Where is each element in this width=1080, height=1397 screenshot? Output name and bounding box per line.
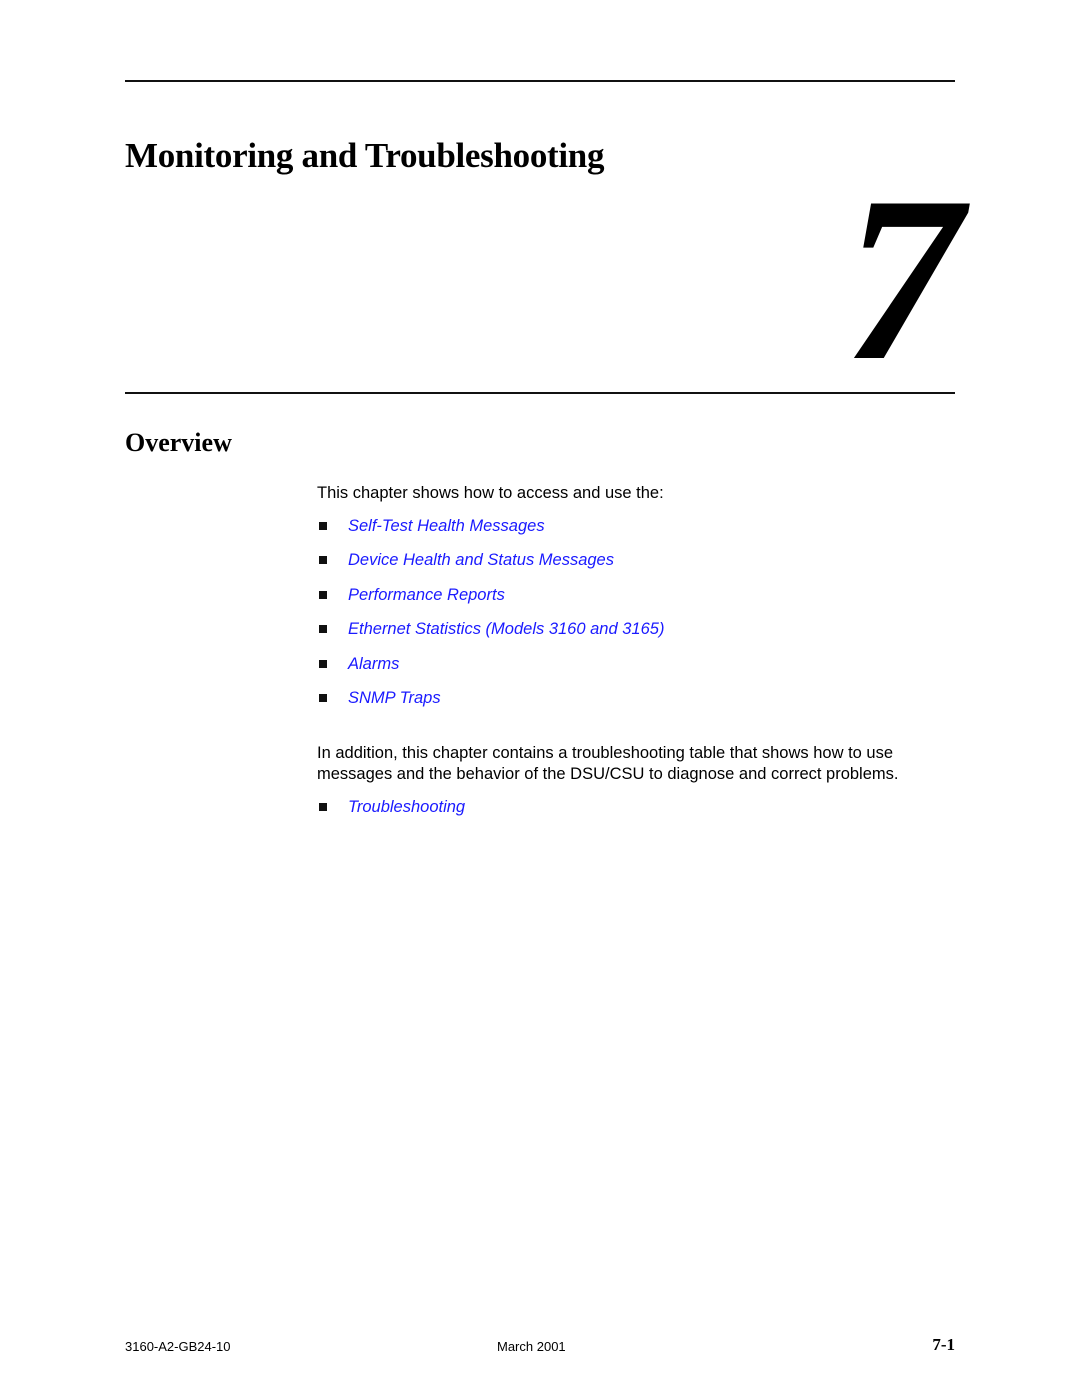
link-alarms[interactable]: Alarms: [348, 654, 399, 674]
link-snmp-traps[interactable]: SNMP Traps: [348, 688, 441, 708]
square-bullet-icon: [319, 625, 327, 634]
list-item: SNMP Traps: [317, 688, 664, 722]
link-ethernet-statistics[interactable]: Ethernet Statistics (Models 3160 and 316…: [348, 619, 664, 639]
list-item: Self-Test Health Messages: [317, 516, 664, 550]
square-bullet-icon: [319, 522, 327, 530]
intro-paragraph: This chapter shows how to access and use…: [317, 484, 664, 502]
square-bullet-icon: [319, 693, 327, 702]
link-troubleshooting[interactable]: Troubleshooting: [348, 797, 465, 817]
footer-doc-number: 3160-A2-GB24-10: [125, 1339, 231, 1354]
list-item: Device Health and Status Messages: [317, 550, 664, 584]
link-device-health-status-messages[interactable]: Device Health and Status Messages: [348, 550, 614, 570]
footer-date: March 2001: [497, 1339, 566, 1354]
list-item: Performance Reports: [317, 585, 664, 619]
troubleshooting-link-list: Troubleshooting: [317, 797, 465, 831]
square-bullet-icon: [319, 556, 327, 565]
addition-paragraph: In addition, this chapter contains a tro…: [317, 744, 899, 783]
list-item: Alarms: [317, 654, 664, 688]
square-bullet-icon: [319, 803, 327, 811]
footer-page-number: 7-1: [932, 1335, 955, 1354]
square-bullet-icon: [319, 590, 327, 599]
list-item: Troubleshooting: [317, 797, 465, 831]
square-bullet-icon: [319, 659, 327, 668]
chapter-number: 7: [844, 149, 962, 410]
link-self-test-health-messages[interactable]: Self-Test Health Messages: [348, 516, 545, 536]
list-item: Ethernet Statistics (Models 3160 and 316…: [317, 619, 664, 653]
section-rule: [125, 392, 955, 394]
section-title: Overview: [125, 428, 232, 457]
top-rule: [125, 80, 955, 82]
chapter-title: Monitoring and Troubleshooting: [125, 136, 605, 175]
link-performance-reports[interactable]: Performance Reports: [348, 585, 505, 605]
topic-link-list: Self-Test Health Messages Device Health …: [317, 516, 664, 722]
